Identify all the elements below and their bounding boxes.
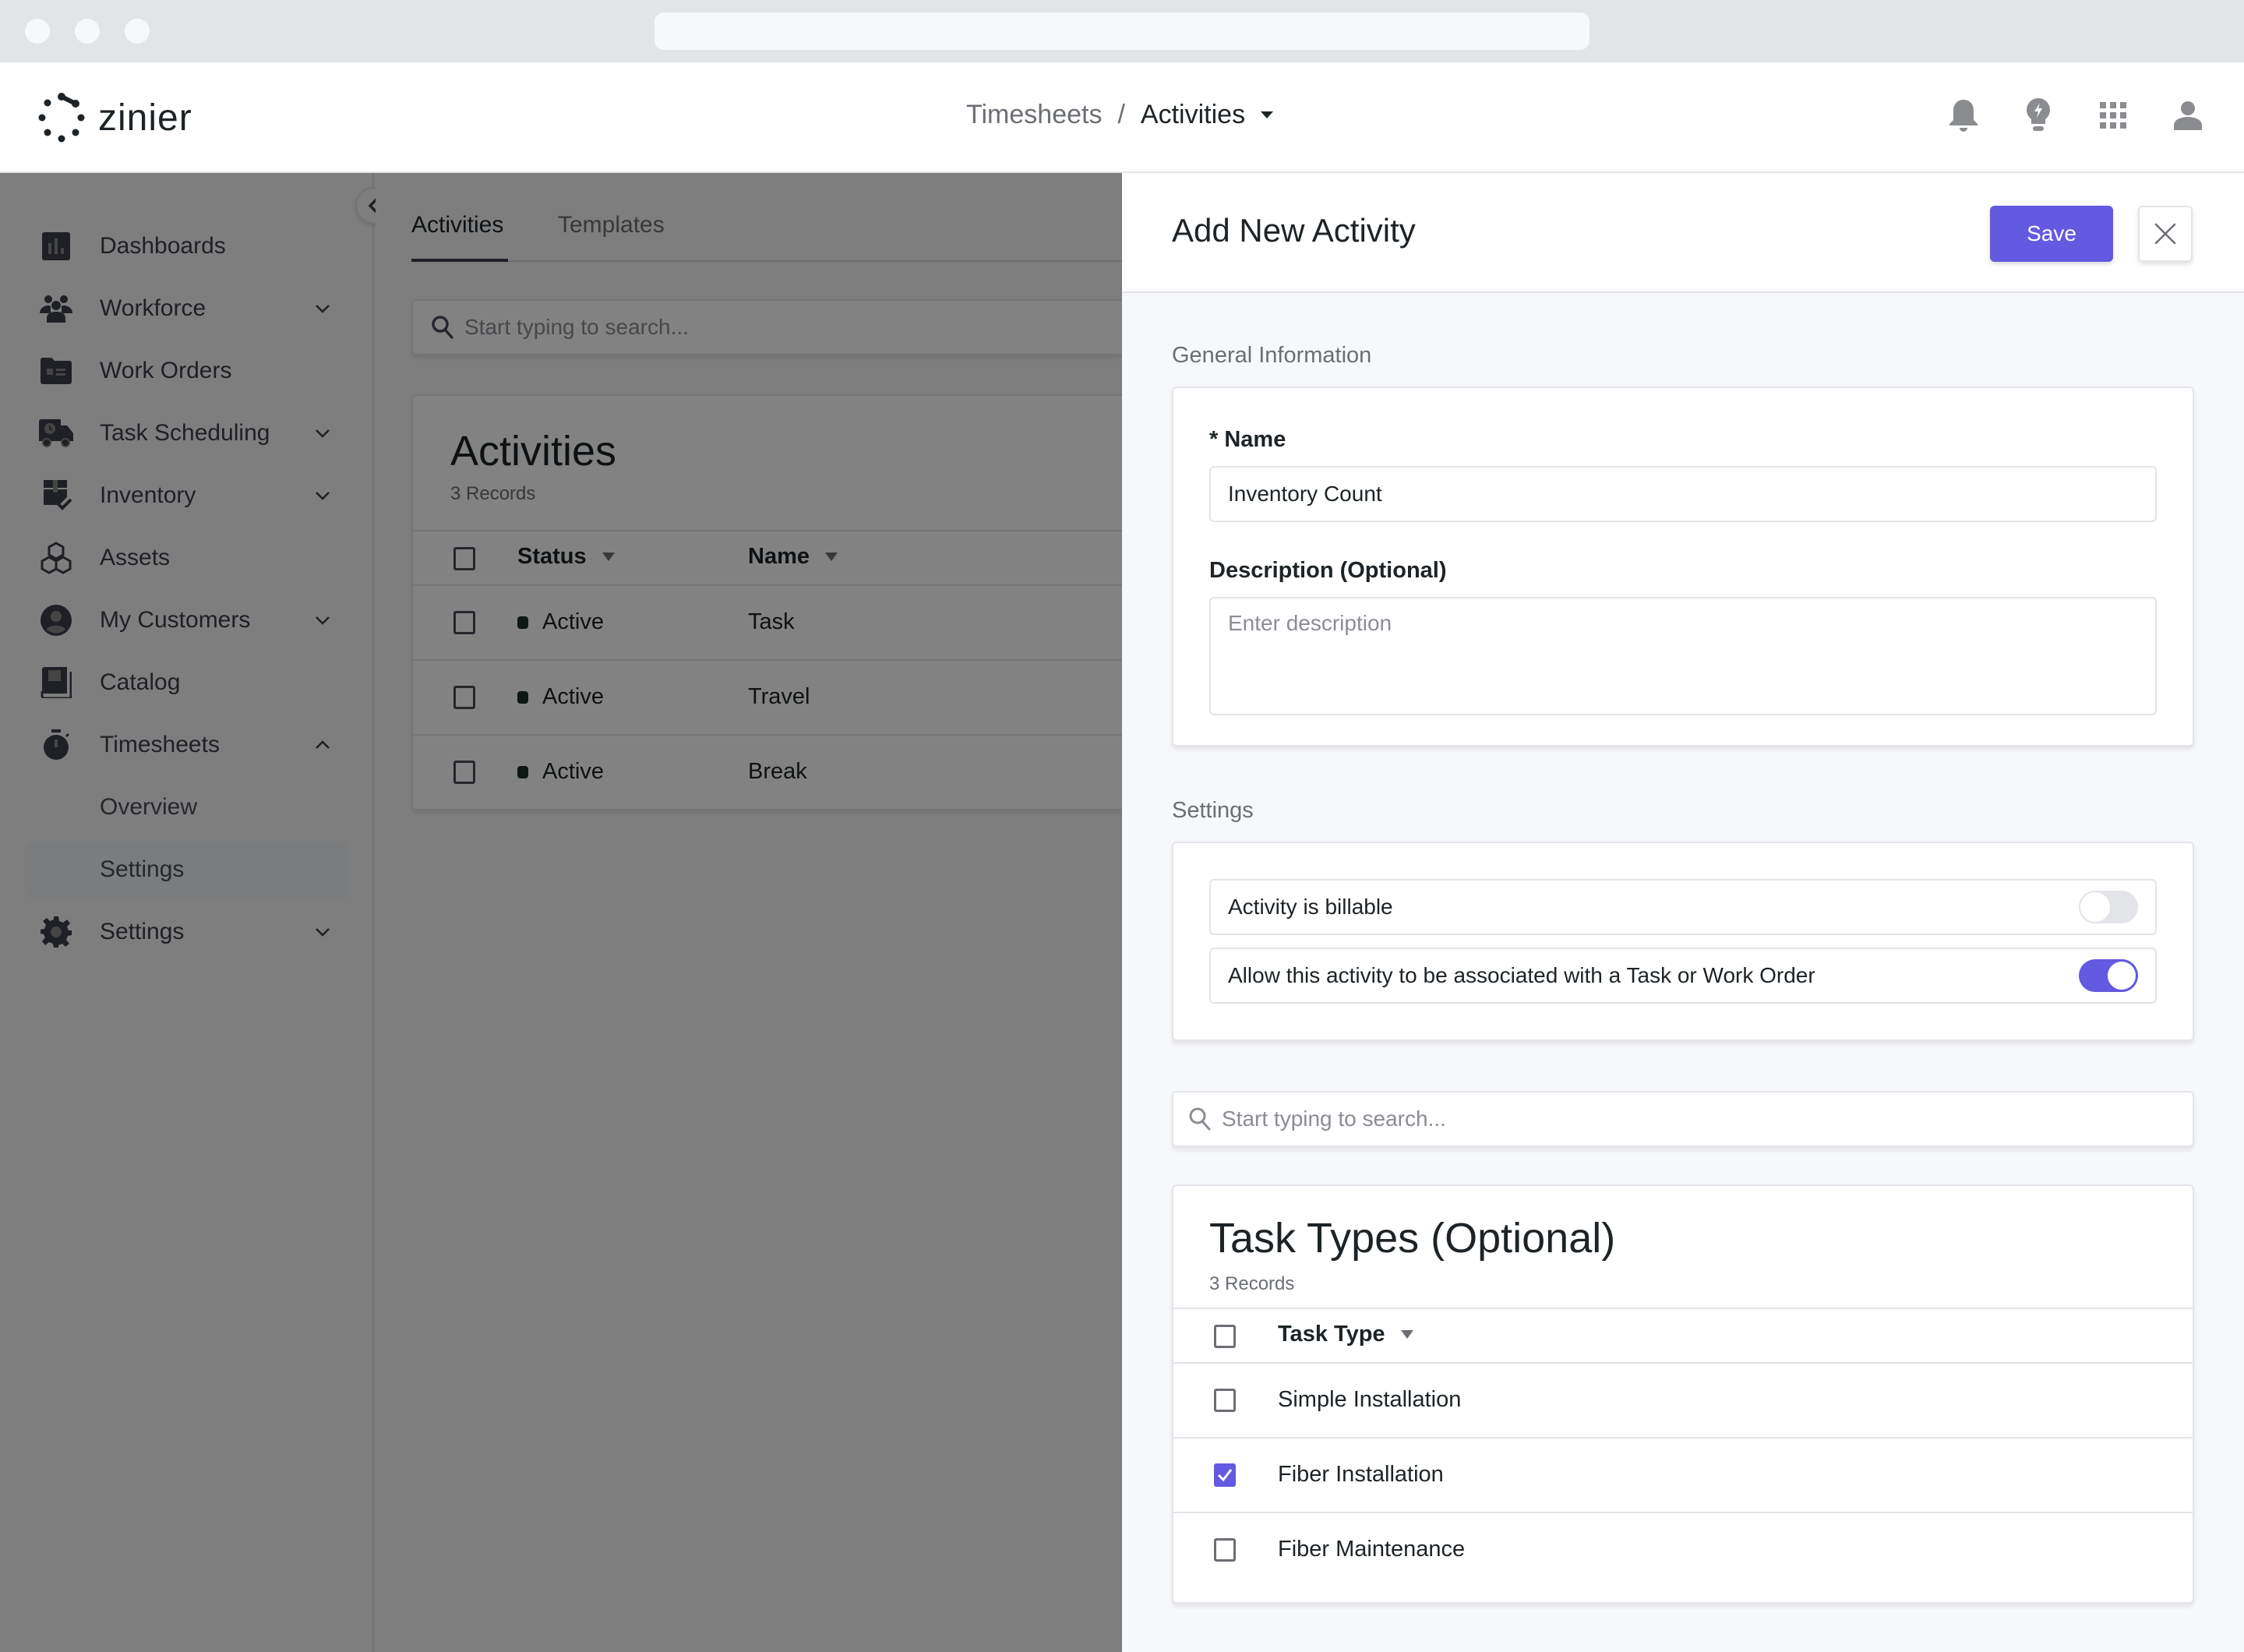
brand-logo[interactable]: zinier (36, 92, 192, 143)
checkmark-icon (1217, 1469, 1233, 1482)
column-header-task-type[interactable]: Task Type (1278, 1322, 1413, 1347)
task-type-name: Fiber Maintenance (1278, 1537, 1466, 1562)
description-textarea[interactable] (1209, 597, 2157, 715)
search-icon (1184, 1103, 1216, 1135)
bell-icon (1949, 100, 1978, 132)
setting-label: Activity is billable (1228, 895, 1393, 919)
task-types-table-header: Task Type (1173, 1308, 2194, 1364)
caret-down-icon[interactable] (1261, 111, 1274, 118)
name-label: * Name (1209, 427, 1286, 452)
setting-row: Allow this activity to be associated wit… (1209, 948, 2157, 1004)
toggle-knob (2105, 959, 2138, 992)
task-types-search (1172, 1091, 2194, 1147)
user-icon (2174, 101, 2202, 130)
setting-label: Allow this activity to be associated wit… (1228, 963, 1815, 987)
row-checkbox[interactable] (1214, 1389, 1236, 1412)
billable-toggle[interactable] (2079, 891, 2138, 923)
section-settings: Settings (1172, 798, 1254, 823)
apps-grid-icon (2100, 102, 2126, 129)
task-types-record-count: 3 Records (1209, 1273, 1295, 1294)
settings-card: Activity is billable Allow this activity … (1172, 842, 2194, 1041)
breadcrumb: Timesheets / Activities (966, 100, 1274, 130)
task-type-name: Simple Installation (1278, 1387, 1462, 1412)
window-maximize-dot[interactable] (125, 19, 150, 44)
notifications-button[interactable] (1943, 95, 1984, 136)
panel-header: Add New Activity Save (1122, 173, 2244, 293)
column-label: Task Type (1278, 1322, 1385, 1347)
select-all-checkbox[interactable] (1214, 1325, 1236, 1348)
url-bar[interactable] (654, 12, 1590, 50)
modal-backdrop[interactable] (0, 173, 1122, 1652)
save-button[interactable]: Save (1990, 206, 2113, 262)
lightbulb-icon (2027, 98, 2050, 131)
app-header: zinier Timesheets / Activities (0, 62, 2244, 173)
description-label: Description (Optional) (1209, 558, 1447, 583)
row-checkbox[interactable] (1214, 1538, 1236, 1562)
brand-name: zinier (98, 97, 192, 139)
setting-row: Activity is billable (1209, 879, 2157, 935)
apps-button[interactable] (2093, 95, 2133, 136)
browser-chrome (0, 0, 2244, 62)
task-type-row[interactable]: Simple Installation (1173, 1364, 2194, 1438)
sort-caret-icon (1400, 1330, 1413, 1339)
section-general-information: General Information (1172, 343, 1372, 368)
task-type-row[interactable]: Fiber Installation (1173, 1438, 2194, 1513)
breadcrumb-current[interactable]: Activities (1141, 100, 1245, 130)
name-input[interactable] (1209, 466, 2157, 522)
bell-icon[interactable] (1043, 94, 1083, 134)
general-information-card: * Name Description (Optional) (1172, 387, 2194, 747)
window-close-dot[interactable] (25, 19, 50, 44)
row-checkbox-checked[interactable] (1214, 1463, 1236, 1487)
task-type-row[interactable]: Fiber Maintenance (1173, 1513, 2194, 1588)
task-type-name: Fiber Installation (1278, 1462, 1444, 1487)
breadcrumb-separator: / (1117, 100, 1125, 129)
toggle-knob (2079, 891, 2112, 923)
close-icon (2154, 223, 2176, 245)
task-types-card: Task Types (Optional) 3 Records Task Typ… (1172, 1184, 2194, 1604)
add-activity-panel: Add New Activity Save General Informatio… (1122, 173, 2244, 1652)
task-types-title: Task Types (Optional) (1209, 1215, 1616, 1262)
close-button[interactable] (2138, 206, 2193, 262)
panel-title: Add New Activity (1172, 212, 1416, 249)
task-types-search-input[interactable] (1222, 1107, 2157, 1131)
window-minimize-dot[interactable] (75, 19, 100, 44)
task-association-toggle[interactable] (2079, 959, 2138, 992)
profile-button[interactable] (2168, 95, 2208, 136)
zinier-logo-icon (38, 93, 85, 143)
ideas-button[interactable] (2018, 95, 2059, 136)
